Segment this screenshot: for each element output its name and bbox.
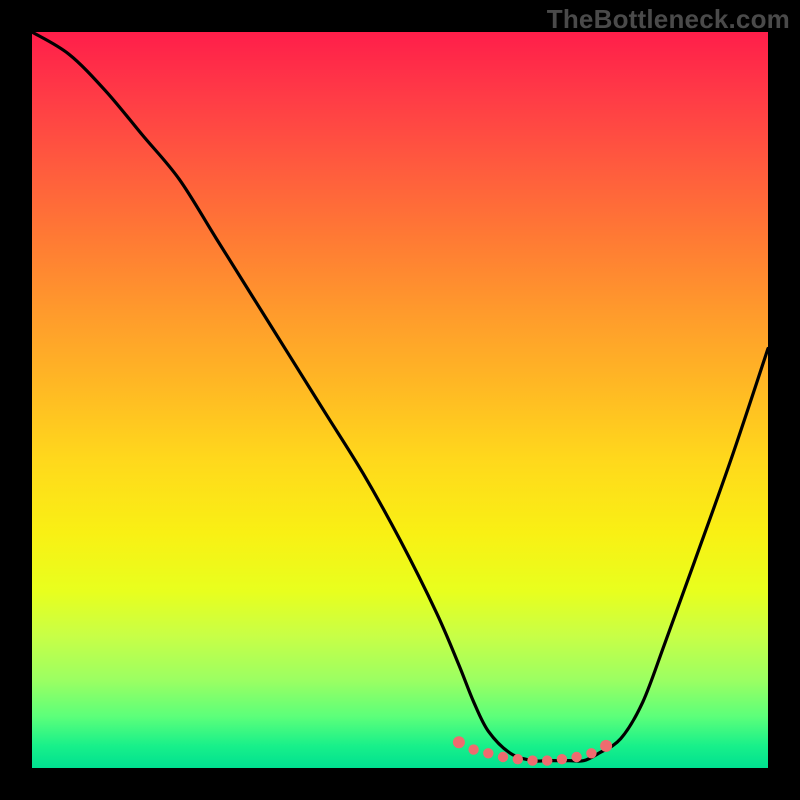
min-marker xyxy=(453,736,465,748)
min-marker xyxy=(527,755,537,765)
min-marker xyxy=(542,755,552,765)
watermark-text: TheBottleneck.com xyxy=(547,4,790,35)
min-marker xyxy=(586,748,596,758)
min-marker xyxy=(557,754,567,764)
min-marker xyxy=(513,754,523,764)
min-marker xyxy=(483,748,493,758)
min-marker xyxy=(571,752,581,762)
bottleneck-minimum-markers xyxy=(453,736,612,766)
min-marker xyxy=(468,744,478,754)
plot-area xyxy=(32,32,768,768)
min-marker xyxy=(498,752,508,762)
bottleneck-curve xyxy=(32,32,768,761)
bottleneck-curve-svg xyxy=(32,32,768,768)
min-marker xyxy=(600,740,612,752)
chart-frame: TheBottleneck.com xyxy=(0,0,800,800)
